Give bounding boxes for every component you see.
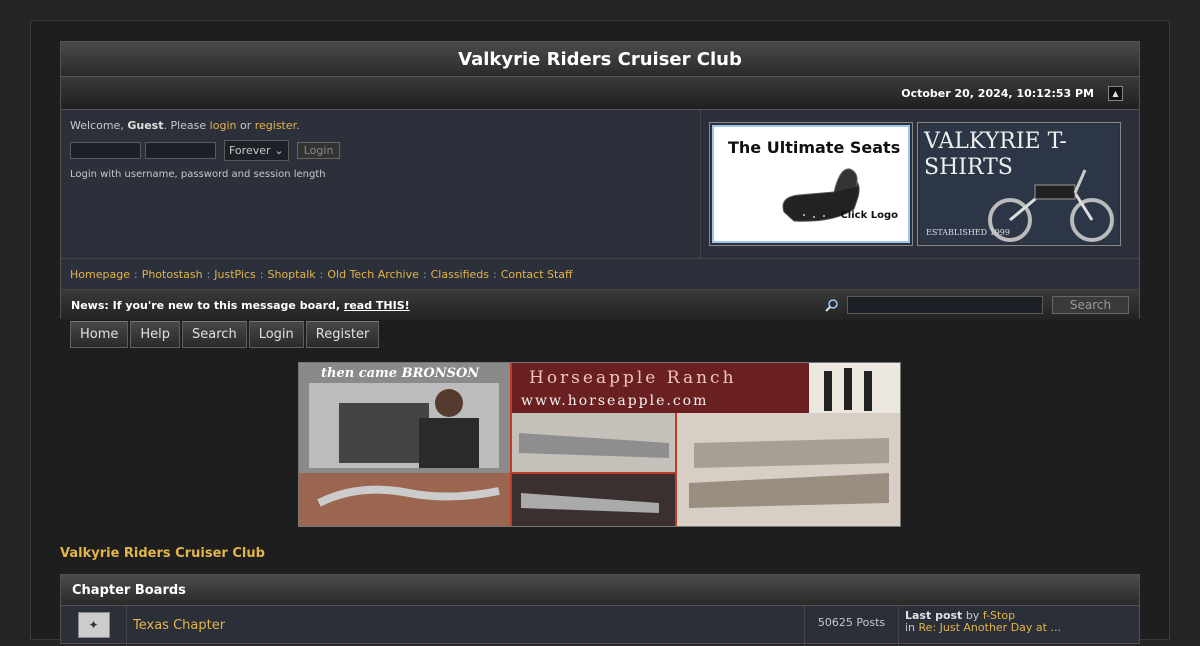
- or-label: or: [239, 119, 252, 132]
- link-shoptalk[interactable]: Shoptalk: [268, 268, 316, 281]
- tshirts-ad-established: ESTABLISHED 1999: [926, 228, 1010, 237]
- search-input[interactable]: [847, 296, 1043, 314]
- seats-ad-click: Click Logo: [840, 210, 898, 221]
- link-homepage[interactable]: Homepage: [70, 268, 130, 281]
- board-status-icon: ✦: [77, 612, 110, 638]
- news-bar: News: If you're new to this message boar…: [61, 290, 1139, 320]
- link-photostash[interactable]: Photostash: [142, 268, 203, 281]
- link-old-tech-archive[interactable]: Old Tech Archive: [327, 268, 419, 281]
- login-link[interactable]: login: [210, 119, 237, 132]
- forum-header: Valkyrie Riders Cruiser Club October 20,…: [60, 41, 1140, 320]
- tshirts-ad-text: VALKYRIE T-SHIRTS: [924, 129, 1067, 180]
- welcome-text: Welcome, Guest. Please login or register…: [70, 119, 691, 132]
- horseapple-banner[interactable]: then came BRONSON Horseapple Ranch www.h…: [298, 362, 901, 527]
- svg-text:Horseapple Ranch: Horseapple Ranch: [529, 368, 737, 388]
- news-text: News: If you're new to this message boar…: [71, 298, 341, 312]
- ad-panel: The Ultimate Seats Click Logo VALKYRIE T…: [701, 110, 1139, 258]
- news-read-link[interactable]: read THIS!: [344, 299, 410, 312]
- search-button[interactable]: Search: [1052, 296, 1129, 314]
- login-hint: Login with username, password and sessio…: [70, 169, 326, 180]
- chevron-down-icon: ⌄: [274, 144, 284, 157]
- guest-name: Guest: [127, 119, 164, 132]
- tab-register[interactable]: Register: [305, 321, 380, 348]
- session-length-value: Forever: [229, 144, 271, 157]
- login-form: Forever ⌄ Login: [70, 140, 691, 161]
- tab-home[interactable]: Home: [70, 321, 129, 348]
- banner-image: then came BRONSON Horseapple Ranch www.h…: [299, 363, 900, 526]
- board-stats: 50625 Posts: [805, 606, 899, 646]
- upper-section: Welcome, Guest. Please login or register…: [61, 110, 1139, 259]
- period-label: .: [296, 119, 300, 132]
- board-link[interactable]: Texas Chapter: [133, 618, 225, 633]
- username-field[interactable]: [70, 142, 141, 159]
- forum-title-bar: Valkyrie Riders Cruiser Club: [61, 42, 1139, 77]
- link-justpics[interactable]: JustPics: [214, 268, 256, 281]
- category-chapter-boards: Chapter Boards ✦ Texas Chapter 50625 Pos…: [60, 574, 1140, 646]
- link-contact-staff[interactable]: Contact Staff: [501, 268, 573, 281]
- search-icon: [825, 299, 838, 312]
- seats-ad[interactable]: The Ultimate Seats Click Logo: [709, 122, 913, 246]
- tab-help[interactable]: Help: [130, 321, 181, 348]
- user-panel: Welcome, Guest. Please login or register…: [61, 110, 701, 258]
- current-datetime: October 20, 2024, 10:12:53 PM: [901, 86, 1094, 100]
- tshirts-ad[interactable]: VALKYRIE T-SHIRTS ESTABLISHED 1999: [917, 122, 1121, 246]
- board-last-post: Last post by f-Stop in Re: Just Another …: [905, 609, 1061, 634]
- quick-links: Homepage : Photostash : JustPics : Shopt…: [61, 259, 1139, 290]
- welcome-label: Welcome,: [70, 119, 124, 132]
- link-classifieds[interactable]: Classifieds: [431, 268, 489, 281]
- svg-text:then came BRONSON: then came BRONSON: [321, 366, 480, 381]
- seats-ad-text: The Ultimate Seats: [728, 138, 901, 157]
- svg-text:www.horseapple.com: www.horseapple.com: [521, 393, 708, 409]
- collapse-header-icon[interactable]: ▲: [1108, 85, 1123, 101]
- last-post-topic[interactable]: Re: Just Another Day at ...: [919, 621, 1061, 634]
- main-menu: Home Help Search Login Register: [70, 321, 380, 348]
- register-link[interactable]: register: [255, 119, 296, 132]
- tab-login[interactable]: Login: [248, 321, 304, 348]
- session-length-select[interactable]: Forever ⌄: [224, 140, 289, 161]
- tab-search[interactable]: Search: [182, 321, 247, 348]
- please-label: . Please: [163, 119, 207, 132]
- date-bar: October 20, 2024, 10:12:53 PM ▲: [61, 77, 1139, 110]
- category-title[interactable]: Chapter Boards: [61, 575, 1139, 606]
- forum-title: Valkyrie Riders Cruiser Club: [458, 48, 742, 70]
- breadcrumb[interactable]: Valkyrie Riders Cruiser Club: [60, 546, 265, 561]
- login-button[interactable]: Login: [296, 142, 341, 159]
- table-row: ✦ Texas Chapter 50625 Posts Last post by…: [61, 606, 1139, 646]
- password-field[interactable]: [145, 142, 216, 159]
